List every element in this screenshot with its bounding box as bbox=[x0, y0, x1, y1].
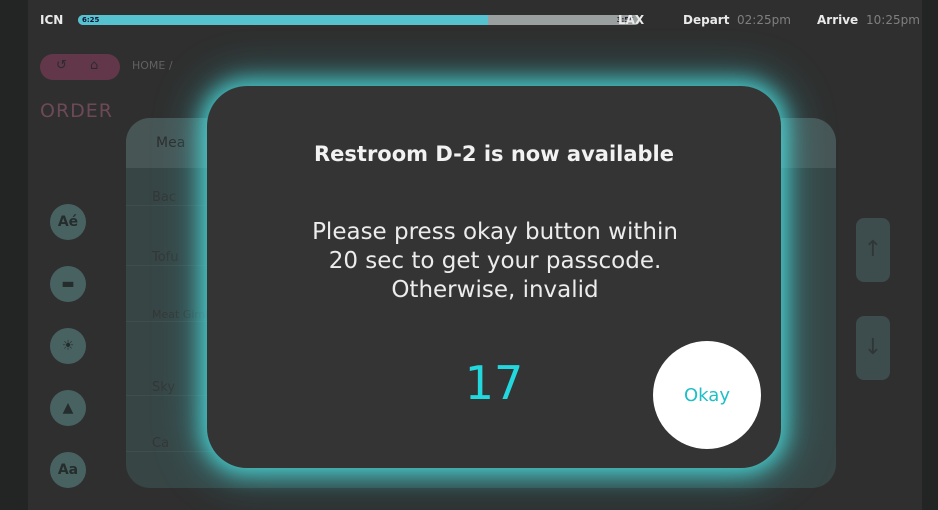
okay-button[interactable]: Okay bbox=[653, 341, 761, 449]
breadcrumb[interactable]: HOME / bbox=[132, 59, 173, 72]
scroll-down-button[interactable]: ↓ bbox=[856, 316, 890, 380]
dialog-message: Please press okay button within 20 sec t… bbox=[235, 218, 755, 305]
dialog-message-line: 20 sec to get your passcode. bbox=[328, 248, 662, 274]
back-icon[interactable]: ↺ bbox=[56, 58, 67, 73]
arrive-time: 10:25pm bbox=[866, 13, 920, 27]
font-size-icon[interactable]: Aa bbox=[50, 452, 86, 488]
arrive-label: Arrive bbox=[817, 13, 859, 27]
dialog-title: Restroom D-2 is now available bbox=[314, 142, 674, 166]
flight-progress-fill bbox=[78, 15, 489, 25]
brightness-icon[interactable]: ☀ bbox=[50, 328, 86, 364]
nav-pill[interactable]: ↺ ⌂ bbox=[40, 54, 120, 80]
page-title: ORDER bbox=[40, 100, 113, 122]
origin-airport: ICN bbox=[40, 13, 64, 27]
destination-airport: LAX bbox=[618, 13, 645, 27]
dialog-message-line: Otherwise, invalid bbox=[391, 277, 599, 303]
scroll-up-button[interactable]: ↑ bbox=[856, 218, 890, 282]
app-window: ICN 6:25 3:55 LAX Depart 02:25pm Arrive … bbox=[0, 0, 938, 510]
dialog-message-line: Please press okay button within bbox=[312, 219, 678, 245]
depart-label: Depart bbox=[683, 13, 730, 27]
home-icon[interactable]: ⌂ bbox=[90, 58, 98, 73]
screen-icon[interactable]: ▬ bbox=[50, 266, 86, 302]
flight-progress-bar: 6:25 3:55 bbox=[78, 15, 640, 25]
restroom-available-dialog: Restroom D-2 is now available Please pre… bbox=[207, 86, 781, 468]
depart-time: 02:25pm bbox=[737, 13, 791, 27]
flight-status-bar: ICN 6:25 3:55 LAX Depart 02:25pm Arrive … bbox=[28, 8, 928, 32]
eject-icon[interactable]: ▲ bbox=[50, 390, 86, 426]
menu-header-label: Mea bbox=[156, 135, 186, 151]
elapsed-time: 6:25 bbox=[82, 16, 100, 24]
language-icon[interactable]: Aé bbox=[50, 204, 86, 240]
